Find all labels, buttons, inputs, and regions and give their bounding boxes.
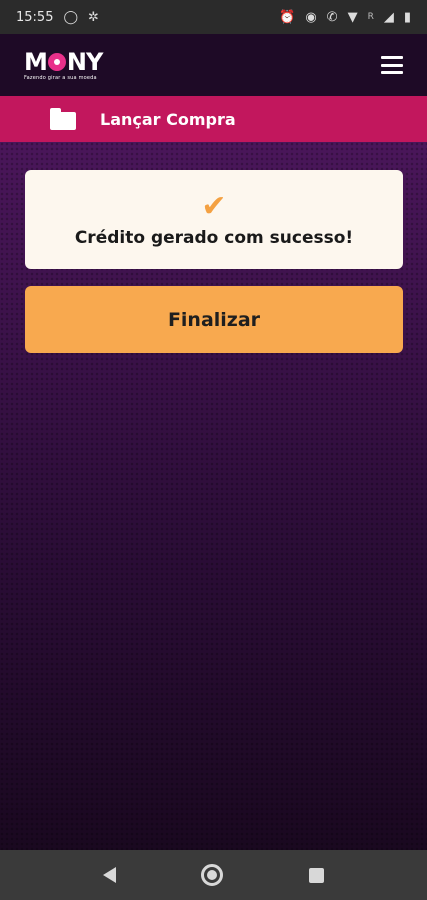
app-logo: M NY Fazendo girar a sua moeda bbox=[24, 47, 103, 81]
wifi-icon: ▼ bbox=[347, 9, 358, 25]
app-header: M NY Fazendo girar a sua moeda bbox=[0, 34, 427, 96]
status-left: 15:55 ◯ ✲ bbox=[16, 10, 99, 25]
finalizar-button[interactable]: Finalizar bbox=[25, 286, 403, 353]
logo-tagline: Fazendo girar a sua moeda bbox=[24, 74, 97, 81]
wifi-calling-icon: ✆ bbox=[326, 9, 338, 25]
eye-icon: ◉ bbox=[305, 9, 317, 25]
alarm-icon: ⏰ bbox=[279, 9, 296, 25]
section-title: Lançar Compra bbox=[100, 109, 236, 129]
whatsapp-icon: ◯ bbox=[63, 9, 79, 25]
network-label: R bbox=[367, 12, 374, 22]
logo-text-left: M bbox=[24, 47, 48, 76]
folder-icon bbox=[50, 108, 76, 130]
usb-debug-icon: ✲ bbox=[88, 9, 99, 25]
status-bar: 15:55 ◯ ✲ ⏰ ◉ ✆ ▼ R ◢ ▮ bbox=[0, 0, 427, 34]
home-icon[interactable] bbox=[201, 864, 224, 886]
success-message: Crédito gerado com sucesso! bbox=[74, 227, 354, 248]
logo-coin-icon bbox=[47, 52, 66, 71]
checkmark-icon: ✔ bbox=[201, 188, 227, 224]
main-content: ✔ Crédito gerado com sucesso! Finalizar bbox=[0, 142, 427, 850]
battery-icon: ▮ bbox=[403, 9, 411, 25]
back-icon[interactable] bbox=[102, 867, 116, 883]
signal-icon: ◢ bbox=[383, 9, 394, 25]
logo-text-right: NY bbox=[66, 47, 103, 76]
status-time: 15:55 bbox=[16, 9, 54, 25]
section-bar: Lançar Compra bbox=[0, 96, 427, 142]
hamburger-menu-icon[interactable] bbox=[381, 56, 403, 74]
success-card: ✔ Crédito gerado com sucesso! bbox=[25, 170, 403, 269]
status-right: ⏰ ◉ ✆ ▼ R ◢ ▮ bbox=[279, 11, 411, 24]
logo-wordmark: M NY bbox=[24, 47, 103, 76]
recents-icon[interactable] bbox=[309, 867, 325, 883]
system-nav-bar bbox=[0, 850, 427, 900]
